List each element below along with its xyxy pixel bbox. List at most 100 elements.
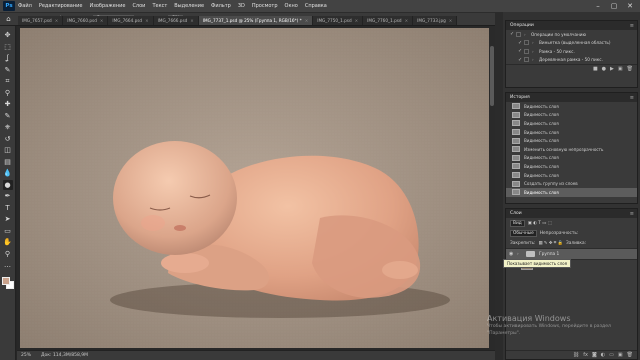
close-tab-icon[interactable]: × xyxy=(55,18,59,23)
delete-icon[interactable]: 🗑 xyxy=(627,66,633,72)
close-tab-icon[interactable]: × xyxy=(305,18,309,23)
blend-mode-select[interactable]: Обычные xyxy=(510,229,537,237)
lasso-icon[interactable]: ʆ xyxy=(3,53,13,63)
dialog-toggle[interactable] xyxy=(524,48,529,54)
stop-icon[interactable]: ■ xyxy=(593,66,598,72)
quick-select-icon[interactable]: ✎ xyxy=(3,65,13,75)
menu-type[interactable]: Текст xyxy=(152,3,167,9)
lock-icons[interactable]: ▦ ✎ ✥ ⌗ 🔒 xyxy=(538,241,563,246)
delete-icon[interactable]: 🗑 xyxy=(627,352,633,358)
healing-icon[interactable]: ✚ xyxy=(3,99,13,109)
menu-filter[interactable]: Фильтр xyxy=(211,3,231,9)
layer-kind-filter[interactable]: Вид xyxy=(510,219,525,227)
stamp-icon[interactable]: ⎈ xyxy=(3,122,13,132)
blur-icon[interactable]: 💧 xyxy=(3,168,13,178)
document-tab[interactable]: IMG_7733.jpg × xyxy=(413,16,458,25)
marquee-icon[interactable]: ⬚ xyxy=(3,42,13,52)
close-tab-icon[interactable]: × xyxy=(100,18,104,23)
dialog-toggle[interactable] xyxy=(524,57,529,63)
close-tab-icon[interactable]: × xyxy=(449,18,453,23)
history-state[interactable]: Видимость слоя xyxy=(506,128,637,137)
menu-3d[interactable]: 3D xyxy=(238,3,245,9)
layers-panel-title[interactable]: Слои xyxy=(510,211,522,216)
menu-help[interactable]: Справка xyxy=(305,3,327,9)
color-swatches[interactable] xyxy=(1,276,15,290)
zoom-icon[interactable]: ⚲ xyxy=(3,249,13,259)
dodge-icon[interactable]: ● xyxy=(2,179,13,190)
history-state[interactable]: Видимость слоя xyxy=(506,136,637,145)
menu-window[interactable]: Окно xyxy=(285,3,298,9)
menu-view[interactable]: Просмотр xyxy=(252,3,278,9)
history-state[interactable]: Видимость слоя xyxy=(506,187,637,197)
close-tab-icon[interactable]: × xyxy=(145,18,149,23)
hand-icon[interactable]: ✋ xyxy=(3,237,13,247)
shape-icon[interactable]: ▭ xyxy=(3,226,13,236)
minimize-icon[interactable]: – xyxy=(590,0,606,12)
eyedropper-icon[interactable]: ⚲ xyxy=(3,88,13,98)
history-state[interactable]: Видимость слоя xyxy=(506,111,637,120)
foreground-color-swatch[interactable] xyxy=(1,276,10,285)
document-tab[interactable]: IMG_7657.psd × xyxy=(18,16,64,25)
document-tab[interactable]: IMG_7664.psd × xyxy=(108,16,154,25)
panel-menu-icon[interactable]: ≡ xyxy=(630,95,634,101)
dialog-toggle[interactable] xyxy=(524,40,529,46)
type-icon[interactable]: T xyxy=(3,203,13,213)
history-state[interactable]: Видимость слоя xyxy=(506,119,637,128)
brush-icon[interactable]: ✎ xyxy=(3,111,13,121)
new-action-icon[interactable]: ▣ xyxy=(618,66,623,72)
history-state[interactable]: Видимость слоя xyxy=(506,102,637,111)
menu-file[interactable]: Файл xyxy=(18,3,32,9)
pen-icon[interactable]: ✒ xyxy=(3,191,13,201)
chevron-right-icon[interactable]: › xyxy=(524,32,529,37)
menu-edit[interactable]: Редактирование xyxy=(39,3,83,9)
history-state[interactable]: Изменить основную непрозрачность xyxy=(506,145,637,154)
link-icon[interactable]: ⛓ xyxy=(573,352,579,358)
layer-row[interactable]: ◉ › Группа 1 xyxy=(506,248,637,259)
adjustment-icon[interactable]: ◐ xyxy=(601,352,605,358)
action-row[interactable]: ✓ › Виньетка (выделенная область) xyxy=(506,39,637,48)
close-tab-icon[interactable]: × xyxy=(190,18,194,23)
document-image[interactable] xyxy=(20,28,491,348)
dialog-toggle[interactable] xyxy=(516,31,521,37)
chevron-right-icon[interactable]: › xyxy=(517,252,522,257)
gradient-icon[interactable]: ▤ xyxy=(3,157,13,167)
menu-image[interactable]: Изображение xyxy=(89,3,125,9)
close-icon[interactable]: ✕ xyxy=(622,0,638,12)
record-icon[interactable]: ● xyxy=(602,66,606,72)
document-tab[interactable]: IMG_7666.psd × xyxy=(153,16,199,25)
close-tab-icon[interactable]: × xyxy=(355,18,359,23)
chevron-right-icon[interactable]: › xyxy=(532,49,537,54)
path-select-icon[interactable]: ➤ xyxy=(3,214,13,224)
filter-icons[interactable]: ▣ ◐ T ▭ ⬚ xyxy=(528,221,552,226)
close-tab-icon[interactable]: × xyxy=(405,18,409,23)
history-panel-title[interactable]: История xyxy=(510,95,530,100)
move-icon[interactable]: ✥ xyxy=(3,30,13,40)
menu-select[interactable]: Выделение xyxy=(174,3,204,9)
document-tab[interactable]: IMG_7737_1.psd @ 25% (Группа 1, RGB/16*)… xyxy=(198,16,314,25)
chevron-right-icon[interactable]: › xyxy=(532,57,537,62)
zoom-level[interactable]: 25% xyxy=(21,353,31,358)
eraser-icon[interactable]: ◫ xyxy=(3,145,13,155)
document-tab[interactable]: IMG_7750_1.psd × xyxy=(313,16,364,25)
document-tab[interactable]: IMG_7760_1.psd × xyxy=(363,16,414,25)
new-layer-icon[interactable]: ▣ xyxy=(618,352,623,358)
canvas-area[interactable] xyxy=(17,26,495,350)
panel-menu-icon[interactable]: ≡ xyxy=(630,23,634,29)
eye-icon[interactable]: ◉ xyxy=(509,251,517,257)
action-row[interactable]: ✓ › Операции по умолчанию xyxy=(506,30,637,39)
play-icon[interactable]: ▶ xyxy=(610,66,614,72)
mask-icon[interactable]: ◙ xyxy=(592,352,597,358)
panel-menu-icon[interactable]: ≡ xyxy=(630,211,634,217)
more-icon[interactable]: … xyxy=(3,260,13,270)
scrollbar-thumb[interactable] xyxy=(490,46,494,106)
actions-panel-title[interactable]: Операции xyxy=(510,23,534,28)
document-tab[interactable]: IMG_7660.psd × xyxy=(63,16,109,25)
history-brush-icon[interactable]: ↺ xyxy=(3,134,13,144)
action-row[interactable]: ✓ › Деревянная рамка - 50 пикс. xyxy=(506,56,637,65)
crop-icon[interactable]: ⌗ xyxy=(3,76,13,86)
action-row[interactable]: ✓ › Рамка - 50 пикс. xyxy=(506,47,637,56)
new-group-icon[interactable]: ▭ xyxy=(609,352,614,358)
history-state[interactable]: Видимость слоя xyxy=(506,171,637,180)
home-icon[interactable]: ⌂ xyxy=(4,15,13,24)
fx-icon[interactable]: fx xyxy=(583,352,588,358)
